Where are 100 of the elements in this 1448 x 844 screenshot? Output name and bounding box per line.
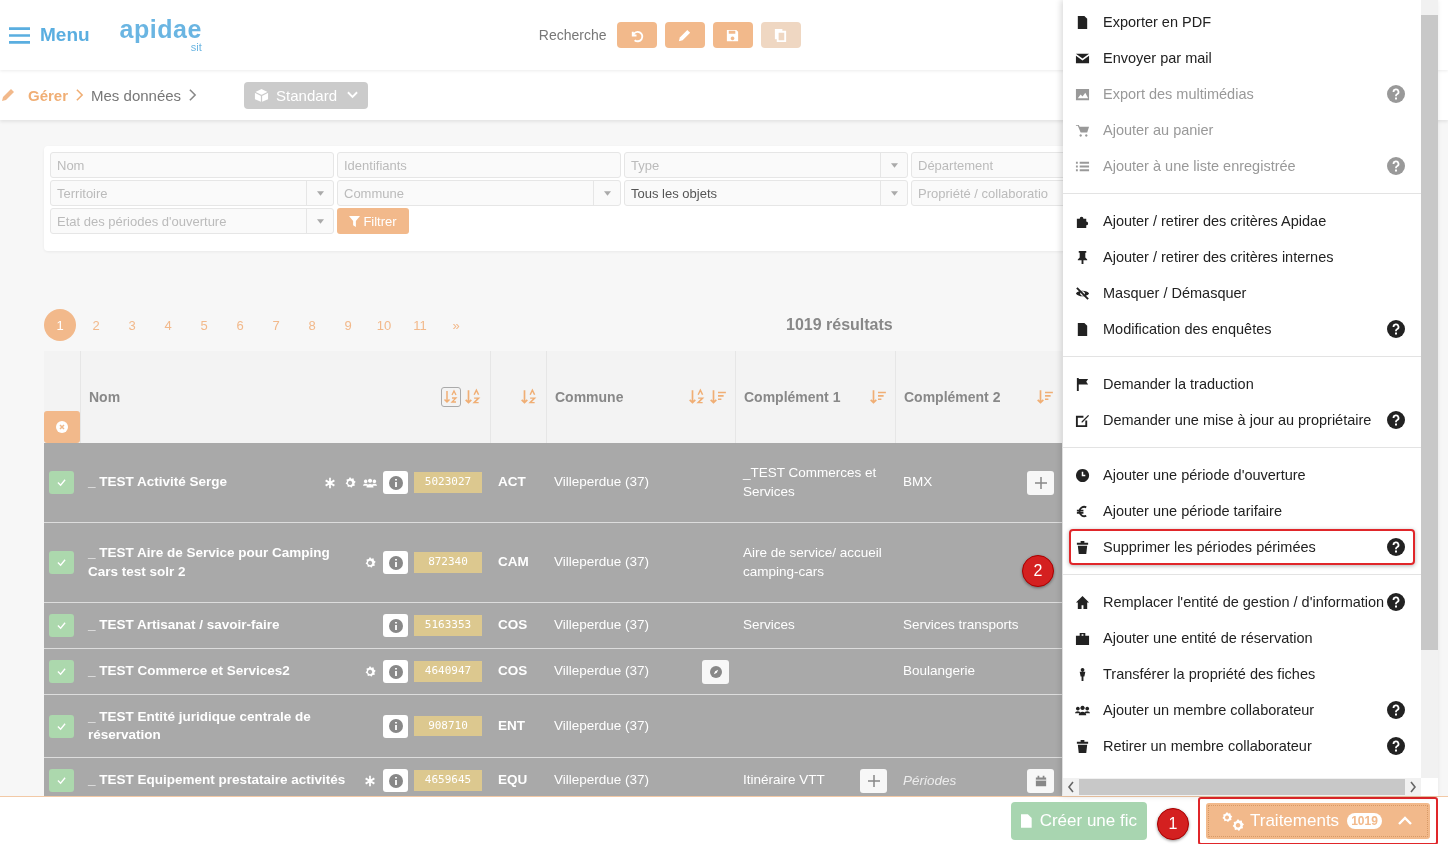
sort-icon[interactable] (520, 388, 538, 406)
table-cell: EQU (498, 771, 528, 790)
menu-button[interactable]: Menu (9, 24, 90, 46)
help-icon[interactable] (1387, 701, 1405, 719)
sort-icon[interactable] (869, 388, 887, 406)
filter-button[interactable]: Filtrer (337, 208, 409, 234)
menu-item[interactable]: Ajouter un membre collaborateur (1071, 694, 1413, 726)
info-button[interactable] (383, 551, 408, 574)
input-field[interactable]: Nom (50, 152, 334, 178)
page-link[interactable]: 8 (296, 309, 328, 341)
toolbar-button[interactable] (712, 22, 753, 48)
processing-button[interactable]: Traitements 1019 (1206, 802, 1430, 839)
table-cell[interactable]: _ TEST Activité Serge (88, 473, 317, 492)
info-button[interactable] (383, 471, 408, 494)
menu-item[interactable]: Ajouter une période tarifaire (1071, 495, 1413, 527)
chevron-icon (75, 88, 85, 102)
chevron-icon (188, 88, 198, 102)
plus-icon (1034, 476, 1047, 489)
clear-selection-button[interactable] (44, 411, 80, 443)
page-link[interactable]: 9 (332, 309, 364, 341)
breadcrumb-link[interactable]: Gérer (28, 86, 69, 104)
table-cell[interactable]: _ TEST Entité juridique centrale de réservation (88, 707, 377, 745)
row-checkbox[interactable] (49, 551, 74, 574)
column-header[interactable]: Nom (89, 389, 121, 405)
menu-item[interactable]: Ajouter une entité de réservation (1071, 622, 1413, 654)
scrollbar[interactable] (1063, 778, 1421, 796)
help-icon[interactable] (1387, 737, 1405, 755)
help-icon[interactable] (1387, 593, 1405, 611)
menu-item[interactable]: Envoyer par mail (1071, 42, 1413, 74)
info-icon (388, 664, 403, 679)
select-field[interactable]: Commune (337, 180, 621, 206)
menu-item[interactable]: Transférer la propriété des fiches (1071, 658, 1413, 690)
select-field[interactable]: Etat des périodes d'ouverture (50, 208, 334, 234)
input-field[interactable]: Identifiants (337, 152, 621, 178)
table-cell[interactable]: _ TEST Artisanat / savoir-faire (88, 616, 377, 635)
page-link[interactable]: 4 (152, 309, 184, 341)
row-checkbox[interactable] (49, 471, 74, 494)
page-link[interactable]: 3 (116, 309, 148, 341)
check-icon (56, 478, 67, 487)
menu-item[interactable]: Supprimer les périodes périmées (1071, 531, 1413, 563)
page-link[interactable]: 1 (44, 309, 76, 341)
toolbar-button[interactable] (664, 22, 705, 48)
create-button[interactable]: Créer une fic (1011, 801, 1147, 840)
page-link[interactable]: 10 (368, 309, 400, 341)
page-link[interactable]: 11 (404, 309, 436, 341)
menu-item[interactable]: Demander la traduction (1071, 368, 1413, 400)
table-cell[interactable]: _ TEST Equipement prestataire activités (88, 771, 357, 790)
column-header[interactable]: Complément 1 (744, 389, 841, 405)
page-link[interactable]: » (440, 309, 472, 341)
toolbar-button[interactable] (616, 22, 657, 48)
sort-icon[interactable] (1036, 388, 1054, 406)
column-header[interactable]: Complément 2 (904, 389, 1001, 405)
select-field[interactable]: Tous les objets (624, 180, 908, 206)
table-cell[interactable]: _ TEST Aire de Service pour Camping Cars test solr 2 (88, 544, 357, 581)
menu-item[interactable]: Ajouter une période d'ouverture (1071, 459, 1413, 491)
row-checkbox[interactable] (49, 660, 74, 683)
page-link[interactable]: 2 (80, 309, 112, 341)
select-field[interactable]: Type (624, 152, 908, 178)
copy-icon (773, 27, 788, 43)
sort-icon[interactable] (688, 388, 706, 406)
info-button[interactable] (383, 714, 408, 738)
row-checkbox[interactable] (49, 769, 74, 792)
sort-icon[interactable] (441, 387, 461, 407)
add-button[interactable] (1027, 470, 1054, 495)
sort-icon[interactable] (464, 388, 482, 406)
row-checkbox[interactable] (49, 614, 74, 637)
menu-item[interactable]: Ajouter / retirer des critères Apidae (1071, 205, 1413, 237)
page-link[interactable]: 5 (188, 309, 220, 341)
page-link[interactable]: 7 (260, 309, 292, 341)
info-button[interactable] (383, 614, 408, 637)
calendar-button[interactable] (1027, 768, 1054, 793)
info-button[interactable] (383, 769, 408, 792)
menu-item[interactable]: Modification des enquêtes (1071, 313, 1413, 345)
table-cell[interactable]: _ TEST Commerce et Services2 (88, 662, 357, 681)
info-button[interactable] (383, 660, 408, 683)
info-icon (388, 719, 403, 733)
floppy-icon (725, 27, 740, 43)
add-button[interactable] (860, 768, 887, 793)
compass-button[interactable] (702, 659, 729, 684)
menu-item[interactable]: Retirer un membre collaborateur (1071, 730, 1413, 762)
help-icon[interactable] (1387, 411, 1405, 429)
menu-item[interactable]: Masquer / Démasquer (1071, 277, 1413, 309)
scrollbar[interactable] (1421, 0, 1438, 778)
cube-icon (254, 87, 270, 103)
menu-item[interactable]: Ajouter / retirer des critères internes (1071, 241, 1413, 273)
help-icon[interactable] (1387, 538, 1405, 556)
calendar-icon (1034, 774, 1047, 787)
logo[interactable]: apidae sit (119, 17, 202, 53)
help-icon[interactable] (1387, 320, 1405, 338)
menu-item[interactable]: Demander une mise à jour au propriétaire (1071, 404, 1413, 436)
periods-field[interactable]: Périodes (903, 771, 1003, 790)
row-checkbox[interactable] (49, 714, 74, 738)
menu-item[interactable]: Remplacer l'entité de gestion / d'information (1071, 586, 1413, 618)
menu-item[interactable]: Exporter en PDF (1071, 6, 1413, 38)
info-icon (388, 618, 403, 633)
column-header[interactable]: Commune (555, 389, 624, 405)
breadcrumb-link[interactable]: Mes données (91, 86, 182, 104)
page-link[interactable]: 6 (224, 309, 256, 341)
select-field[interactable]: Territoire (50, 180, 334, 206)
sort-icon[interactable] (709, 388, 727, 406)
